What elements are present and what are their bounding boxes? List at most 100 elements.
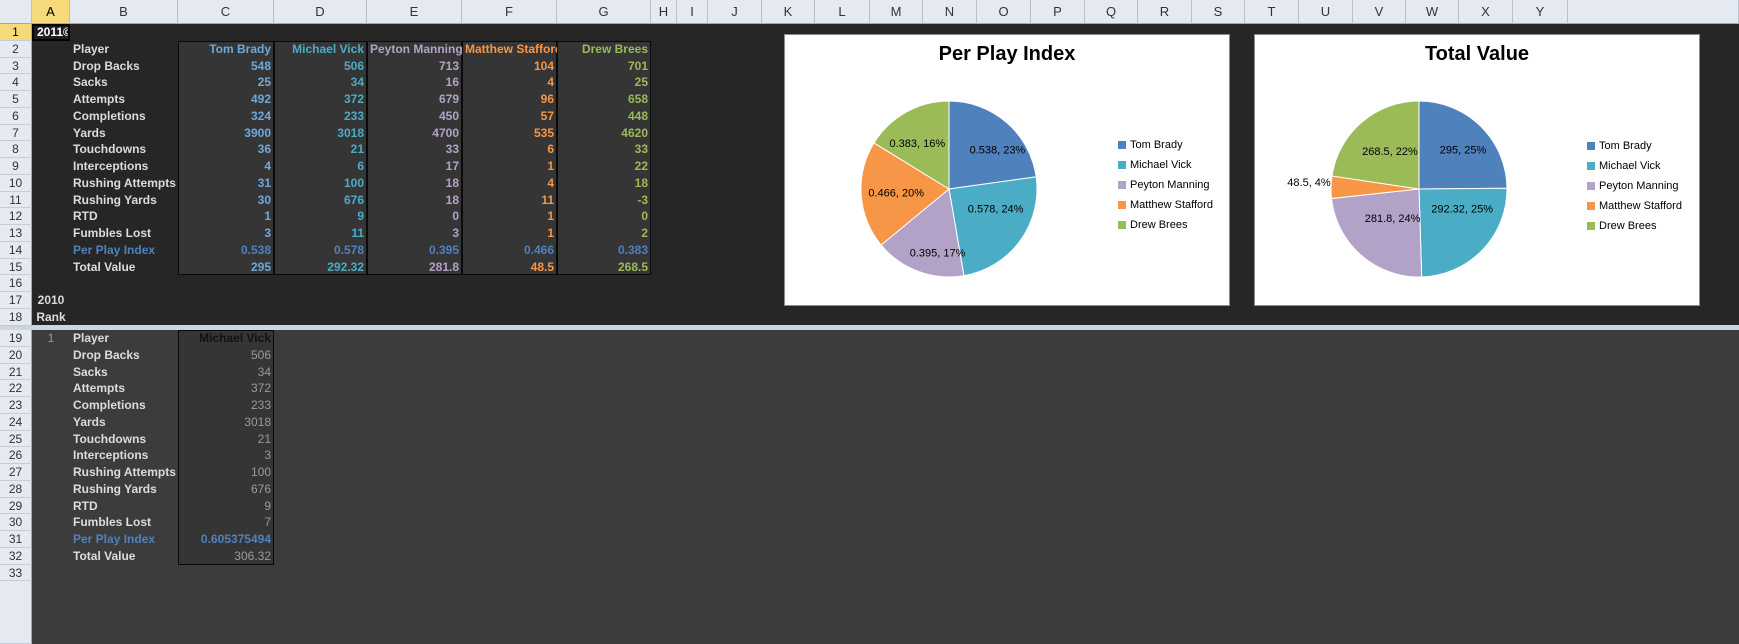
- row-header-17[interactable]: 17: [0, 292, 32, 309]
- stat-label[interactable]: Touchdowns: [70, 431, 178, 447]
- stat-label[interactable]: RTD: [70, 208, 178, 225]
- stat-label[interactable]: Attempts: [70, 380, 178, 397]
- stat-value[interactable]: 292.32: [274, 259, 367, 275]
- stat-value[interactable]: 3018: [274, 125, 367, 141]
- legend-item[interactable]: Drew Brees: [1118, 215, 1213, 235]
- stat-label[interactable]: Rushing Yards: [70, 192, 178, 208]
- row-header-28[interactable]: 28: [0, 481, 32, 498]
- stat-value[interactable]: 17: [367, 158, 462, 175]
- stat-value[interactable]: 36: [178, 141, 274, 158]
- stat-value[interactable]: 372: [178, 380, 274, 397]
- stat-value[interactable]: 22: [557, 158, 651, 175]
- stat-value[interactable]: 0.578: [274, 242, 367, 259]
- row-header-1[interactable]: 1: [0, 24, 32, 41]
- stat-value[interactable]: 306.32: [178, 548, 274, 565]
- stat-value[interactable]: 4700: [367, 125, 462, 141]
- row-header-10[interactable]: 10: [0, 175, 32, 192]
- column-header-r[interactable]: R: [1138, 0, 1192, 24]
- row-header-23[interactable]: 23: [0, 397, 32, 414]
- stat-value[interactable]: 658: [557, 91, 651, 108]
- stat-value[interactable]: 104: [462, 58, 557, 74]
- stat-label[interactable]: Rushing Attempts: [70, 175, 178, 192]
- pie-slice-michael-vick[interactable]: [948, 176, 1038, 277]
- row-header-7[interactable]: 7: [0, 125, 32, 141]
- column-header-s[interactable]: S: [1192, 0, 1245, 24]
- stat-value[interactable]: 21: [178, 431, 274, 447]
- stat-value[interactable]: 506: [274, 58, 367, 74]
- column-header-l[interactable]: L: [815, 0, 870, 24]
- stat-value[interactable]: 21: [274, 141, 367, 158]
- row-header-3[interactable]: 3: [0, 58, 32, 74]
- stat-label[interactable]: Drop Backs: [70, 347, 178, 364]
- per-play-index-chart[interactable]: Per Play Index 0.538, 23% 0.578, 24% 0.395,…: [784, 34, 1230, 306]
- total-value-chart[interactable]: Total Value 295, 25% 292.32, 25% 281.8, 24%…: [1254, 34, 1700, 306]
- stat-value[interactable]: 11: [274, 225, 367, 242]
- legend-item[interactable]: Matthew Stafford: [1587, 196, 1682, 216]
- stat-value[interactable]: 30: [178, 192, 274, 208]
- legend-item[interactable]: Tom Brady: [1118, 135, 1213, 155]
- stat-value[interactable]: 4: [178, 158, 274, 175]
- row-header-8[interactable]: 8: [0, 141, 32, 158]
- stat-value[interactable]: 4: [462, 175, 557, 192]
- stat-value[interactable]: 676: [274, 192, 367, 208]
- stat-value[interactable]: 34: [178, 364, 274, 380]
- stat-value[interactable]: 268.5: [557, 259, 651, 275]
- stat-value[interactable]: 281.8: [367, 259, 462, 275]
- row-header-27[interactable]: 27: [0, 464, 32, 481]
- stat-value[interactable]: 16: [367, 74, 462, 91]
- row-header-30[interactable]: 30: [0, 514, 32, 531]
- row-header-31[interactable]: 31: [0, 531, 32, 548]
- row-header-9[interactable]: 9: [0, 158, 32, 175]
- stat-value[interactable]: 2: [557, 225, 651, 242]
- stat-value[interactable]: 33: [557, 141, 651, 158]
- column-header-o[interactable]: O: [977, 0, 1031, 24]
- stat-value[interactable]: 3: [178, 447, 274, 464]
- column-header-j[interactable]: J: [708, 0, 762, 24]
- stat-value[interactable]: 535: [462, 125, 557, 141]
- stat-value[interactable]: 96: [462, 91, 557, 108]
- stat-value[interactable]: 701: [557, 58, 651, 74]
- stat-value[interactable]: 679: [367, 91, 462, 108]
- stat-label[interactable]: Touchdowns: [70, 141, 178, 158]
- row-header-16[interactable]: 16: [0, 275, 32, 292]
- row-header-4[interactable]: 4: [0, 74, 32, 91]
- stat-label[interactable]: Yards: [70, 414, 178, 431]
- row-header-2[interactable]: 2: [0, 41, 32, 58]
- row-header-29[interactable]: 29: [0, 498, 32, 514]
- stat-value[interactable]: 18: [367, 192, 462, 208]
- stat-value[interactable]: 0.466: [462, 242, 557, 259]
- column-header-e[interactable]: E: [367, 0, 462, 24]
- stat-label[interactable]: RTD: [70, 498, 178, 514]
- selected-cell-a1[interactable]: 2011©: [32, 24, 70, 41]
- stat-value[interactable]: 0.383: [557, 242, 651, 259]
- stat-value[interactable]: 100: [274, 175, 367, 192]
- row-header-26[interactable]: 26: [0, 447, 32, 464]
- stat-value[interactable]: 4620: [557, 125, 651, 141]
- stat-value[interactable]: 1: [462, 158, 557, 175]
- stat-value[interactable]: 48.5: [462, 259, 557, 275]
- stat-value[interactable]: 1: [462, 225, 557, 242]
- column-header-m[interactable]: M: [870, 0, 923, 24]
- column-header-w[interactable]: W: [1406, 0, 1459, 24]
- stat-value[interactable]: 33: [367, 141, 462, 158]
- row-header-12[interactable]: 12: [0, 208, 32, 225]
- stat-value[interactable]: 3900: [178, 125, 274, 141]
- stat-label[interactable]: Rushing Attempts: [70, 464, 178, 481]
- stat-label[interactable]: Per Play Index: [70, 242, 178, 259]
- stat-value[interactable]: 492: [178, 91, 274, 108]
- stat-value[interactable]: 100: [178, 464, 274, 481]
- row-header-6[interactable]: 6: [0, 108, 32, 125]
- legend-item[interactable]: Tom Brady: [1587, 136, 1682, 156]
- stat-value[interactable]: 18: [557, 175, 651, 192]
- stat-value[interactable]: 6: [462, 141, 557, 158]
- pie-slice-drew-brees[interactable]: [1331, 100, 1420, 190]
- stat-label[interactable]: Attempts: [70, 91, 178, 108]
- stat-label[interactable]: Interceptions: [70, 447, 178, 464]
- stat-label[interactable]: Fumbles Lost: [70, 514, 178, 531]
- column-header-n[interactable]: N: [923, 0, 977, 24]
- pie-slice-michael-vick[interactable]: [1418, 187, 1508, 278]
- stat-value[interactable]: 0.395: [367, 242, 462, 259]
- row-header-21[interactable]: 21: [0, 364, 32, 380]
- stat-value[interactable]: 676: [178, 481, 274, 498]
- row-header-15[interactable]: 15: [0, 259, 32, 275]
